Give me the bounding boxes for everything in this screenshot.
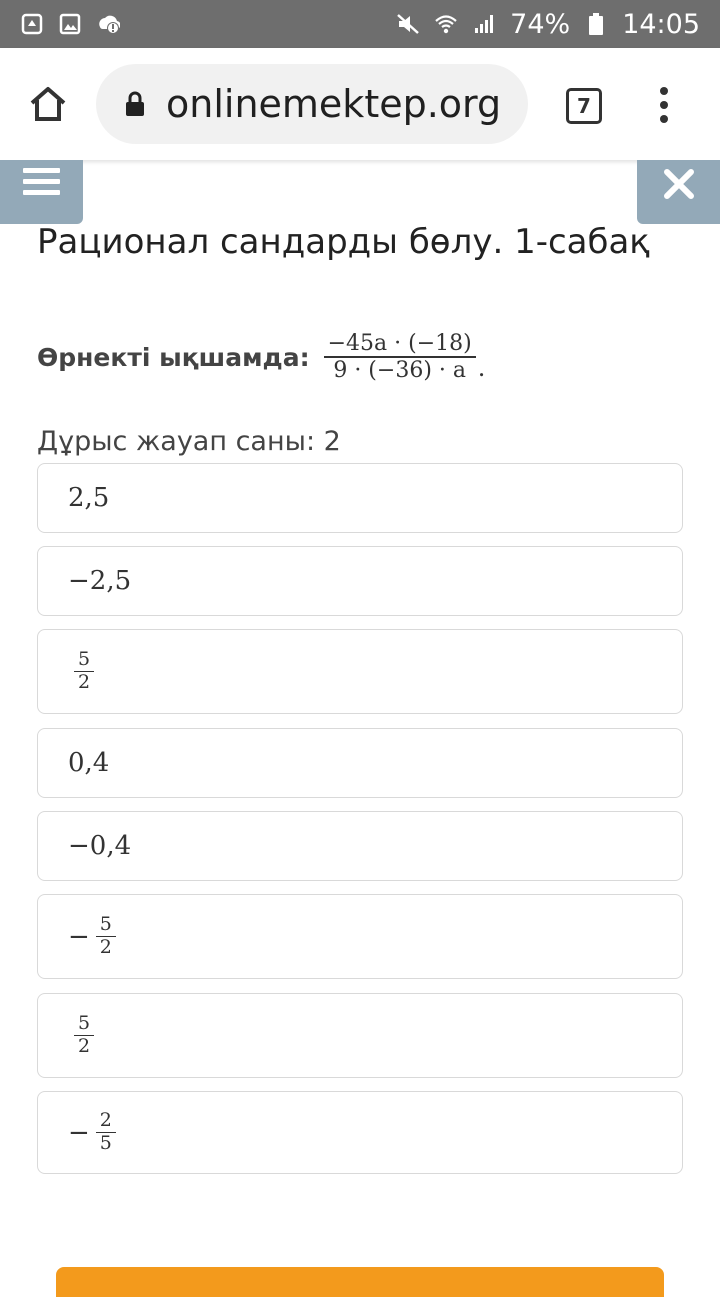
close-icon	[664, 169, 694, 199]
status-bar: 74% 14:05	[0, 0, 720, 48]
recycle-icon	[20, 12, 44, 36]
hamburger-menu-button[interactable]	[0, 160, 83, 224]
question-end: .	[477, 354, 486, 382]
close-button[interactable]	[637, 160, 720, 224]
answer-option-3[interactable]: 5 2	[37, 629, 683, 714]
answer-count: Дұрыс жауап саны: 2	[37, 426, 341, 457]
tab-switcher-icon[interactable]: 7	[566, 88, 602, 124]
option-sign: −	[68, 921, 90, 952]
option-numerator: 5	[78, 1011, 91, 1034]
option-fraction: 2 5	[95, 1108, 116, 1155]
battery-percent: 74%	[510, 8, 571, 40]
status-left-icons	[20, 12, 120, 36]
option-text: −2,5	[68, 566, 132, 596]
option-denominator: 2	[78, 671, 91, 694]
option-denominator: 2	[99, 936, 112, 959]
image-icon	[58, 12, 82, 36]
sync-alert-icon	[96, 12, 120, 36]
answer-option-8[interactable]: − 2 5	[37, 1091, 683, 1174]
submit-button[interactable]	[56, 1267, 664, 1297]
answer-option-6[interactable]: − 5 2	[37, 894, 683, 979]
option-numerator: 5	[99, 912, 112, 935]
more-vert-icon[interactable]	[656, 86, 672, 124]
question-label: Өрнекті ықшамда:	[37, 342, 310, 372]
option-numerator: 5	[78, 647, 91, 670]
question-expression: −45a · (−18) 9 · (−36) · a	[323, 330, 476, 383]
signal-icon	[472, 12, 496, 36]
address-bar[interactable]: onlinemektep.org	[96, 64, 528, 144]
page-title: Рационал сандарды бөлу. 1-сабақ	[37, 222, 650, 262]
hamburger-menu-icon	[23, 168, 60, 195]
expression-denominator: 9 · (−36) · a	[333, 357, 466, 383]
answer-option-1[interactable]: 2,5	[37, 463, 683, 533]
answer-option-4[interactable]: 0,4	[37, 728, 683, 798]
expression-numerator: −45a · (−18)	[327, 330, 472, 356]
option-sign: −	[68, 1117, 90, 1148]
option-text: 2,5	[68, 483, 110, 513]
option-fraction: 5 2	[95, 912, 116, 959]
question: Өрнекті ықшамда: −45a · (−18) 9 · (−36) …	[37, 322, 485, 392]
option-text: −0,4	[68, 831, 132, 861]
home-icon[interactable]	[28, 84, 68, 124]
mute-icon	[396, 12, 420, 36]
answer-option-2[interactable]: −2,5	[37, 546, 683, 616]
browser-toolbar: onlinemektep.org 7	[0, 48, 720, 160]
battery-icon	[584, 12, 608, 36]
url-text: onlinemektep.org	[166, 82, 502, 126]
answer-option-7[interactable]: 5 2	[37, 993, 683, 1078]
option-text: 0,4	[68, 748, 110, 778]
lock-icon	[124, 91, 146, 117]
option-denominator: 2	[78, 1035, 91, 1058]
clock: 14:05	[622, 8, 700, 40]
option-denominator: 5	[99, 1132, 112, 1155]
wifi-icon	[434, 12, 458, 36]
option-fraction: 5 2	[74, 1011, 95, 1058]
status-right-icons: 74% 14:05	[396, 9, 700, 40]
option-numerator: 2	[99, 1108, 112, 1131]
answer-option-5[interactable]: −0,4	[37, 811, 683, 881]
option-fraction: 5 2	[74, 647, 95, 694]
